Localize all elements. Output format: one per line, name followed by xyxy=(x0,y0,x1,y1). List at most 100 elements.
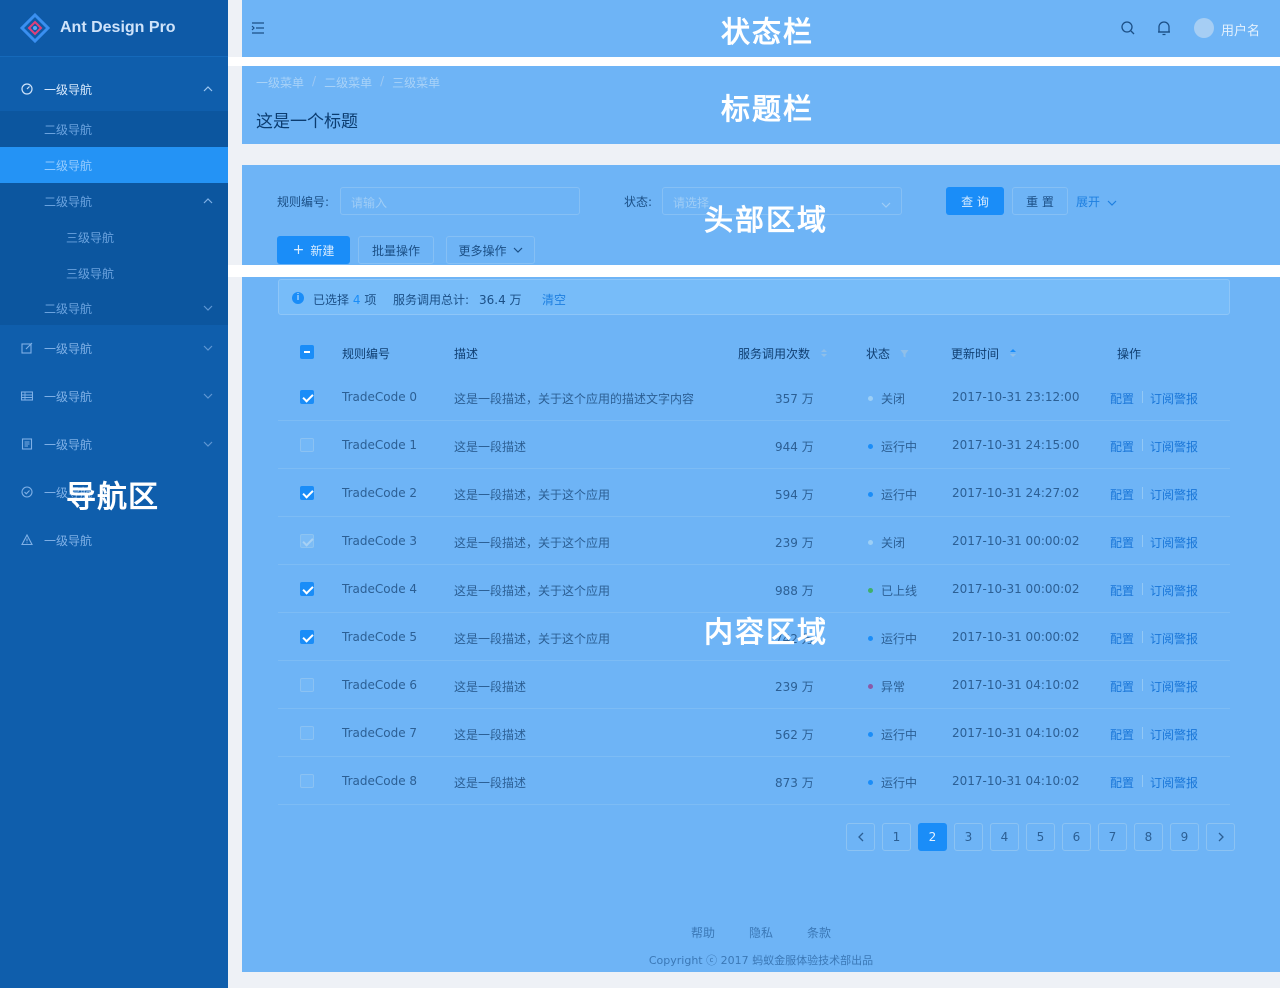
breadcrumb-item[interactable]: 一级菜单 xyxy=(256,74,304,91)
page-button[interactable]: 3 xyxy=(954,823,983,851)
configure-link[interactable]: 配置 xyxy=(1110,438,1134,455)
subscribe-alert-link[interactable]: 订阅警报 xyxy=(1150,726,1198,743)
row-checkbox[interactable] xyxy=(300,726,314,740)
subscribe-alert-link[interactable]: 订阅警报 xyxy=(1150,630,1198,647)
table-row[interactable]: TradeCode 6 这是一段描述 239 万 异常 2017-10-31 04:10… xyxy=(278,661,1230,709)
configure-link[interactable]: 配置 xyxy=(1110,630,1134,647)
action-divider xyxy=(1142,727,1143,739)
table-row[interactable]: TradeCode 4 这是一段描述，关于这个应用 988 万 已上线 2017-10-… xyxy=(278,565,1230,613)
row-checkbox[interactable] xyxy=(300,438,314,452)
bell-icon[interactable] xyxy=(1156,19,1172,41)
table-row[interactable]: TradeCode 7 这是一段描述 562 万 运行中 2017-10-31 04:1… xyxy=(278,709,1230,757)
subscribe-alert-link[interactable]: 订阅警报 xyxy=(1150,486,1198,503)
status-dot xyxy=(868,588,873,593)
page-button[interactable]: 4 xyxy=(990,823,1019,851)
table-row[interactable]: TradeCode 3 这是一段描述，关于这个应用 239 万 关闭 2017-10-3… xyxy=(278,517,1230,565)
column-header-updated-label: 更新时间 xyxy=(951,347,1000,361)
configure-link[interactable]: 配置 xyxy=(1110,534,1134,551)
action-divider xyxy=(1142,535,1143,547)
row-checkbox[interactable] xyxy=(300,486,314,500)
logo[interactable]: Ant Design Pro xyxy=(0,0,228,57)
menu-fold-icon[interactable] xyxy=(250,20,266,36)
query-button[interactable]: 查 询 xyxy=(946,187,1004,215)
table-row[interactable]: TradeCode 2 这是一段描述，关于这个应用 594 万 运行中 2017-10-… xyxy=(278,469,1230,517)
nav-item-level3-b[interactable]: 三级导航 xyxy=(0,255,228,291)
total-value: 36.4 万 xyxy=(479,293,522,307)
batch-button[interactable]: 批量操作 xyxy=(358,236,434,264)
username[interactable]: 用户名 xyxy=(1221,20,1260,39)
nav-item-level2-active[interactable]: 二级导航 xyxy=(0,147,228,183)
new-button[interactable]: + 新建 xyxy=(277,236,350,264)
search-icon[interactable] xyxy=(1120,20,1136,40)
filter-icon xyxy=(900,350,909,358)
warning-icon xyxy=(20,533,34,547)
nav-item-level2-a[interactable]: 二级导航 xyxy=(0,111,228,147)
nav-item-level1-dashboard[interactable]: 一级导航 xyxy=(0,70,228,108)
nav-item-level1-exception[interactable]: 一级导航 xyxy=(0,522,228,558)
updated-time-cell: 2017-10-31 24:15:00 xyxy=(952,438,1080,452)
row-checkbox[interactable] xyxy=(300,534,314,548)
table-row[interactable]: TradeCode 8 这是一段描述 873 万 运行中 2017-10-31 04:1… xyxy=(278,757,1230,805)
subscribe-alert-link[interactable]: 订阅警报 xyxy=(1150,774,1198,791)
prev-page-button[interactable] xyxy=(846,823,875,851)
nav-item-level1-form[interactable]: 一级导航 xyxy=(0,330,228,366)
page-button[interactable]: 8 xyxy=(1134,823,1163,851)
page-button[interactable]: 2 xyxy=(918,823,947,851)
row-checkbox[interactable] xyxy=(300,678,314,692)
row-checkbox[interactable] xyxy=(300,774,314,788)
configure-link[interactable]: 配置 xyxy=(1110,582,1134,599)
status-cell: 运行中 xyxy=(868,438,917,455)
configure-link[interactable]: 配置 xyxy=(1110,726,1134,743)
next-page-button[interactable] xyxy=(1206,823,1235,851)
configure-link[interactable]: 配置 xyxy=(1110,390,1134,407)
avatar[interactable] xyxy=(1194,18,1214,38)
nav-item-level1-profile[interactable]: 一级导航 xyxy=(0,426,228,462)
page-button[interactable]: 6 xyxy=(1062,823,1091,851)
subscribe-alert-link[interactable]: 订阅警报 xyxy=(1150,582,1198,599)
row-checkbox[interactable] xyxy=(300,582,314,596)
page-button[interactable]: 7 xyxy=(1098,823,1127,851)
configure-link[interactable]: 配置 xyxy=(1110,678,1134,695)
nav-label: 二级导航 xyxy=(44,194,93,209)
footer-link-help[interactable]: 帮助 xyxy=(691,924,715,941)
nav-item-level2-c[interactable]: 二级导航 xyxy=(0,290,228,326)
subscribe-alert-link[interactable]: 订阅警报 xyxy=(1150,438,1198,455)
expand-link[interactable]: 展开 xyxy=(1076,193,1117,210)
rule-number-cell: TradeCode 5 xyxy=(342,630,418,644)
row-checkbox[interactable] xyxy=(300,630,314,644)
subscribe-alert-link[interactable]: 订阅警报 xyxy=(1150,390,1198,407)
subscribe-alert-link[interactable]: 订阅警报 xyxy=(1150,678,1198,695)
info-icon: i xyxy=(292,292,304,304)
more-actions-dropdown[interactable]: 更多操作 xyxy=(446,236,535,264)
column-header-status[interactable]: 状态 xyxy=(866,345,909,362)
column-header-calls[interactable]: 服务调用次数 xyxy=(738,345,828,362)
calls-cell: 944 万 xyxy=(775,440,814,454)
status-text: 关闭 xyxy=(881,536,906,550)
status-dot xyxy=(868,396,873,401)
nav-label: 一级导航 xyxy=(44,437,93,452)
rule-number-input[interactable]: 请输入 xyxy=(340,187,580,215)
page-button[interactable]: 9 xyxy=(1170,823,1199,851)
subscribe-alert-link[interactable]: 订阅警报 xyxy=(1150,534,1198,551)
row-checkbox[interactable] xyxy=(300,390,314,404)
configure-link[interactable]: 配置 xyxy=(1110,774,1134,791)
nav-item-level2-b[interactable]: 二级导航 xyxy=(0,183,228,219)
footer-link-privacy[interactable]: 隐私 xyxy=(749,924,773,941)
breadcrumb-item[interactable]: 二级菜单 xyxy=(324,74,372,91)
action-divider xyxy=(1142,679,1143,691)
page-button[interactable]: 1 xyxy=(882,823,911,851)
status-cell: 运行中 xyxy=(868,630,917,647)
calls-cell: 562 万 xyxy=(775,728,814,742)
footer-link-terms[interactable]: 条款 xyxy=(807,924,831,941)
nav-item-level1-table[interactable]: 一级导航 xyxy=(0,378,228,414)
configure-link[interactable]: 配置 xyxy=(1110,486,1134,503)
clear-link[interactable]: 清空 xyxy=(542,291,566,308)
table-row[interactable]: TradeCode 0 这是一段描述，关于这个应用的描述文字内容 357 万 关闭 20… xyxy=(278,373,1230,421)
table-row[interactable]: TradeCode 1 这是一段描述 944 万 运行中 2017-10-31 24:1… xyxy=(278,421,1230,469)
nav-item-level3-a[interactable]: 三级导航 xyxy=(0,219,228,255)
page-button[interactable]: 5 xyxy=(1026,823,1055,851)
column-header-updated[interactable]: 更新时间 xyxy=(951,345,1017,362)
zone-label-content-area: 内容区域 xyxy=(704,615,829,649)
select-all-checkbox[interactable] xyxy=(300,345,314,359)
reset-button[interactable]: 重 置 xyxy=(1012,187,1068,215)
